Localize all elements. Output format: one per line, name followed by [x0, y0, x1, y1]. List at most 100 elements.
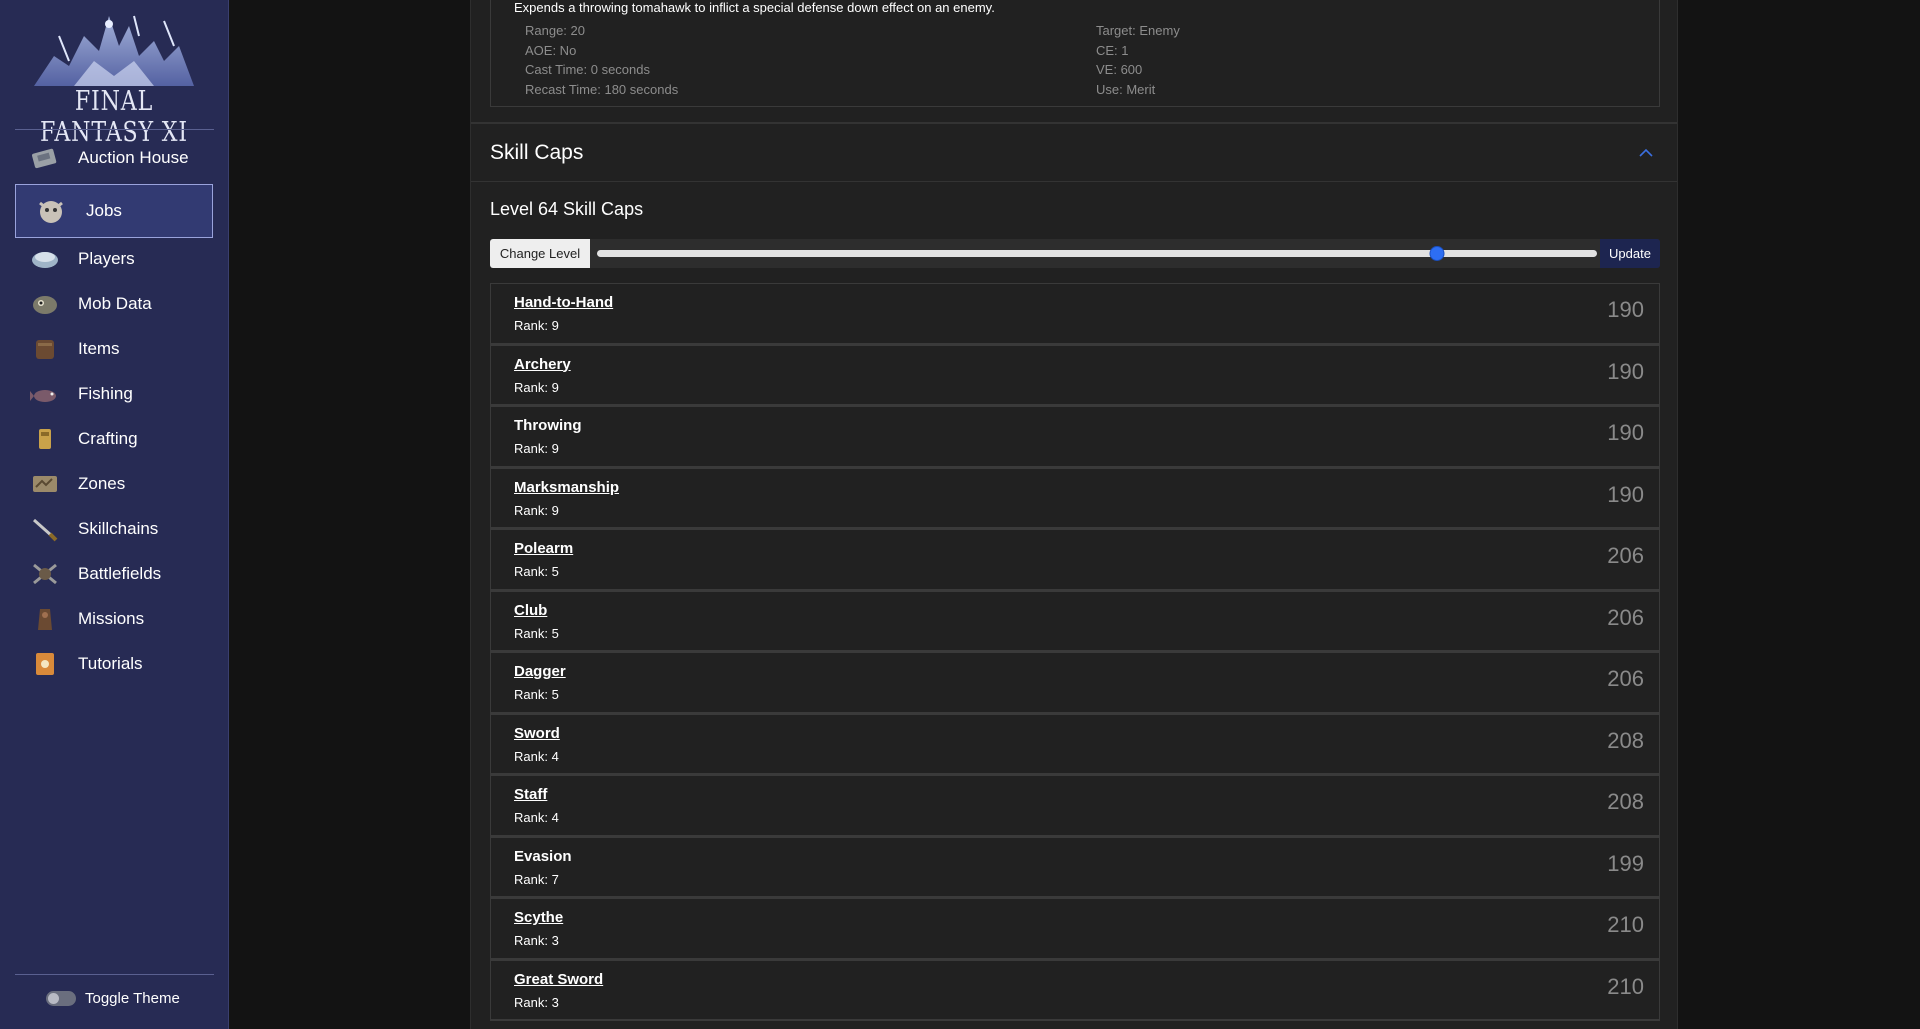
skill-row: Club Rank: 5 206 [490, 590, 1660, 652]
mob-data-icon [28, 289, 62, 319]
skill-name: Throwing [514, 417, 582, 434]
skill-cap-value: 206 [1607, 543, 1644, 568]
sidebar-item-skillchains[interactable]: Skillchains [15, 507, 213, 551]
skill-cap-value: 190 [1607, 358, 1644, 384]
ability-recast-time: Recast Time: 180 seconds [525, 82, 679, 97]
skill-name[interactable]: Staff [514, 786, 547, 803]
sidebar: FINAL FANTASY XI Auction House Jobs Play… [0, 0, 229, 1029]
skill-name: Evasion [514, 847, 572, 865]
auction-house-icon [28, 143, 62, 173]
main-content: Expends a throwing tomahawk to inflict a… [470, 0, 1678, 1029]
divider [15, 974, 214, 975]
items-icon [28, 334, 62, 364]
skill-row: Staff Rank: 4 208 [490, 775, 1660, 837]
skill-rank: Rank: 9 [514, 441, 559, 456]
update-button[interactable]: Update [1600, 239, 1660, 268]
sidebar-item-label: Items [78, 339, 120, 358]
skill-cap-value: 190 [1607, 481, 1644, 507]
toggle-switch-icon[interactable] [46, 991, 76, 1006]
skill-rank: Rank: 5 [514, 564, 559, 579]
skill-row: Evasion Rank: 7 199 [490, 836, 1660, 898]
toggle-theme-label: Toggle Theme [85, 990, 180, 1007]
skill-rank: Rank: 5 [514, 687, 559, 702]
skill-name[interactable]: Club [514, 602, 547, 619]
slider-thumb[interactable] [1429, 246, 1445, 261]
sidebar-item-auction-house[interactable]: Auction House [15, 136, 213, 180]
skill-cap-value: 206 [1607, 666, 1644, 691]
skill-row: Marksmanship Rank: 9 190 [490, 467, 1660, 529]
crystal-emblem-icon [34, 15, 194, 86]
level-slider[interactable] [597, 246, 1597, 261]
battlefields-icon [28, 559, 62, 589]
skill-name[interactable]: Great Sword [514, 971, 603, 988]
sidebar-item-mob-data[interactable]: Mob Data [15, 282, 213, 326]
crafting-icon [28, 424, 62, 454]
sidebar-item-missions[interactable]: Missions [15, 597, 213, 641]
sidebar-item-label: Mob Data [78, 294, 152, 313]
skill-cap-value: 210 [1607, 973, 1644, 999]
skill-row: Throwing Rank: 9 190 [490, 406, 1660, 468]
final-fantasy-xi-logo[interactable]: FINAL FANTASY XI [14, 6, 214, 148]
sidebar-item-label: Battlefields [78, 564, 162, 583]
tutorials-icon [28, 649, 62, 679]
sidebar-item-label: Skillchains [78, 519, 159, 538]
chevron-up-icon[interactable] [1637, 144, 1655, 162]
sidebar-item-battlefields[interactable]: Battlefields [15, 552, 213, 596]
sidebar-item-label: Tutorials [78, 654, 143, 673]
sidebar-item-label: Crafting [78, 429, 138, 448]
jobs-icon [34, 196, 68, 226]
skill-rank: Rank: 9 [514, 318, 559, 333]
sidebar-item-fishing[interactable]: Fishing [15, 372, 213, 416]
missions-icon [28, 604, 62, 634]
skill-row: Polearm Rank: 5 206 [490, 529, 1660, 591]
skill-name[interactable]: Dagger [514, 663, 566, 680]
skill-list: Hand-to-Hand Rank: 9 190 Archery Rank: 9 190 T… [490, 283, 1660, 1021]
sidebar-item-label: Auction House [78, 148, 189, 167]
skill-name[interactable]: Marksmanship [514, 479, 619, 496]
skill-row: Scythe Rank: 3 210 [490, 898, 1660, 960]
ability-ve: VE: 600 [1096, 62, 1143, 77]
skill-row: Dagger Rank: 5 206 [490, 652, 1660, 714]
divider [15, 129, 214, 130]
skillchains-icon [28, 514, 62, 544]
skill-rank: Rank: 4 [514, 810, 559, 825]
toggle-theme-button[interactable]: Toggle Theme [46, 990, 180, 1007]
sidebar-item-label: Fishing [78, 384, 133, 403]
skill-name[interactable]: Polearm [514, 540, 573, 557]
skill-name[interactable]: Scythe [514, 909, 563, 926]
skill-cap-value: 190 [1607, 297, 1644, 322]
ability-ce: CE: 1 [1096, 43, 1129, 58]
skill-rank: Rank: 9 [514, 379, 559, 395]
skill-name[interactable]: Sword [514, 725, 560, 742]
skill-cap-value: 190 [1607, 420, 1644, 445]
skill-row: Sword Rank: 4 208 [490, 713, 1660, 775]
change-level-label: Change Level [490, 239, 590, 268]
sidebar-item-tutorials[interactable]: Tutorials [15, 642, 213, 686]
level-title: Level 64 Skill Caps [490, 199, 644, 219]
players-icon [28, 244, 62, 274]
skill-rank: Rank: 3 [514, 933, 559, 948]
sidebar-item-players[interactable]: Players [15, 237, 213, 281]
skill-cap-value: 210 [1607, 912, 1644, 937]
skill-rank: Rank: 9 [514, 502, 559, 518]
skill-row: Archery Rank: 9 190 [490, 344, 1660, 406]
skill-row: Hand-to-Hand Rank: 9 190 [490, 283, 1660, 345]
sidebar-item-label: Missions [78, 609, 145, 628]
ability-description: Expends a throwing tomahawk to inflict a… [514, 0, 995, 15]
skill-name[interactable]: Archery [514, 356, 571, 373]
skill-rank: Rank: 4 [514, 748, 559, 764]
ability-use: Use: Merit [1096, 82, 1156, 97]
sidebar-item-items[interactable]: Items [15, 327, 213, 371]
sidebar-item-zones[interactable]: Zones [15, 462, 213, 506]
sidebar-item-jobs[interactable]: Jobs [15, 184, 213, 238]
fishing-icon [28, 379, 62, 409]
skill-caps-header[interactable]: Skill Caps [471, 124, 1677, 182]
ability-cast-time: Cast Time: 0 seconds [525, 62, 650, 77]
zones-icon [28, 469, 62, 499]
skill-name[interactable]: Hand-to-Hand [514, 294, 613, 311]
section-title: Skill Caps [490, 141, 584, 164]
skill-cap-value: 199 [1607, 850, 1644, 876]
sidebar-item-label: Jobs [86, 201, 122, 220]
ability-card: Expends a throwing tomahawk to inflict a… [490, 0, 1660, 107]
sidebar-item-crafting[interactable]: Crafting [15, 417, 213, 461]
